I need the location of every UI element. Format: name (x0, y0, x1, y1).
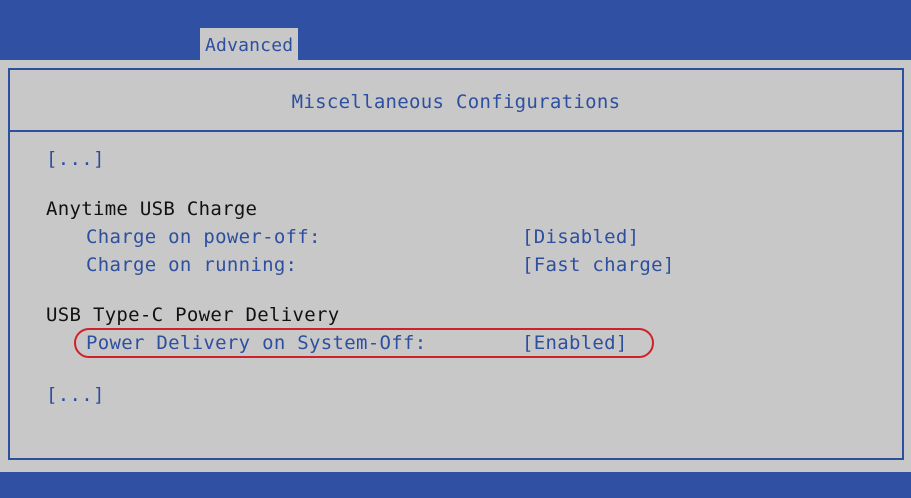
usb-type-c-heading: USB Type-C Power Delivery (46, 304, 340, 326)
charge-power-off-value[interactable]: [Disabled] (522, 226, 639, 248)
panel-title: Miscellaneous Configurations (10, 70, 902, 132)
tab-advanced[interactable]: Advanced (200, 28, 299, 60)
top-bar (0, 0, 911, 60)
highlight-ring (74, 328, 654, 358)
charge-power-off-label[interactable]: Charge on power-off: (86, 226, 321, 248)
bottom-bar (0, 472, 911, 498)
charge-running-value[interactable]: [Fast charge] (522, 254, 675, 276)
anytime-usb-charge-heading: Anytime USB Charge (46, 198, 258, 220)
ellipsis-bottom: [...] (46, 384, 105, 406)
ellipsis-top: [...] (46, 148, 105, 170)
misc-config-panel: Miscellaneous Configurations [...] Anyti… (8, 68, 904, 460)
charge-running-label[interactable]: Charge on running: (86, 254, 297, 276)
